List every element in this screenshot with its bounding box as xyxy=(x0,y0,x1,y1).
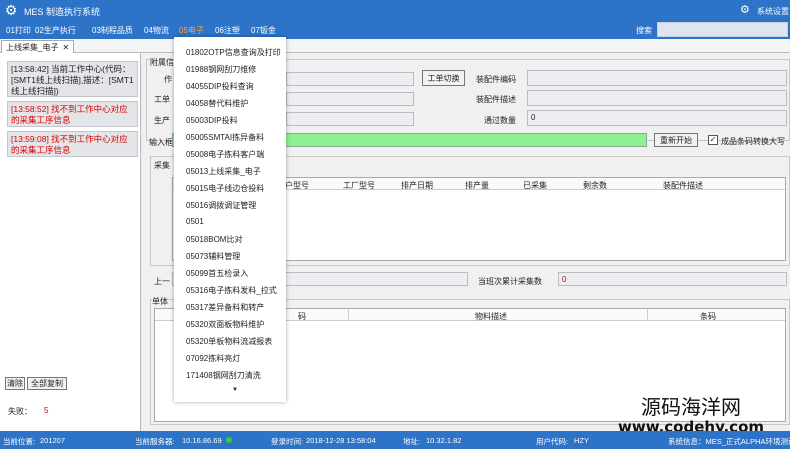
watermark-logo: 源码海洋网 www.codehy.com xyxy=(618,395,764,436)
menu-quality[interactable]: 03制程品质 xyxy=(92,25,133,36)
grid-column-header: 排产日期 xyxy=(401,181,433,190)
location-label: 当前位置: xyxy=(3,437,36,446)
menu-item[interactable]: 05073辅料管理 xyxy=(186,251,240,262)
uppercase-checkbox-label: 成品条码转换大写 xyxy=(721,137,785,146)
menu-item[interactable]: 05013上线采集_电子 xyxy=(186,166,261,177)
production-field[interactable] xyxy=(286,112,414,126)
menu-item[interactable]: 05316电子拣料发料_拉式 xyxy=(186,285,277,296)
menu-item[interactable]: 04055DIP投料查询 xyxy=(186,81,254,92)
title-bar: ⚙ MES 制造执行系统 ⚙ 系统设置 xyxy=(0,0,790,20)
log-entry: [13:58:42] 当前工作中心(代码：[SMT1线上线扫描],描述：[SMT… xyxy=(7,61,138,97)
user-code-value: HZY xyxy=(574,436,589,445)
restart-button[interactable]: 重新开始 xyxy=(654,133,698,147)
grid-column-header: 装配件描述 xyxy=(663,181,703,190)
login-time-label: 登录时间: xyxy=(271,437,304,446)
settings-gear-icon[interactable]: ⚙ xyxy=(740,3,750,16)
gear-logo-icon: ⚙ xyxy=(4,1,18,18)
menu-item[interactable]: 05005SMTAI拣异备料 xyxy=(186,132,264,143)
production-label: 生产 xyxy=(154,116,170,125)
shift-total-label: 当班次累计采集数 xyxy=(478,277,542,286)
menu-sheetmetal[interactable]: 07钣金 xyxy=(251,25,276,36)
menu-item[interactable]: 01988钢网刮刀维修 xyxy=(186,64,256,75)
assembly-code-label: 装配件编码 xyxy=(476,75,516,84)
column-divider xyxy=(348,309,349,321)
tab-close-icon[interactable]: ✕ xyxy=(62,43,69,52)
grid-column-header: 物料描述 xyxy=(475,312,507,321)
collect-label: 采集 xyxy=(154,161,170,170)
menu-item[interactable]: 05317差异备料和转产 xyxy=(186,302,264,313)
pass-qty-label: 通过数量 xyxy=(484,116,516,125)
electronics-dropdown-menu: 01802OTP信息查询及打印 01988钢网刮刀维修 04055DIP投料查询… xyxy=(174,37,286,402)
menu-electronics[interactable]: 05电子 xyxy=(179,25,204,36)
shift-total-value: 0 xyxy=(558,272,787,286)
input-label: 输入框 xyxy=(149,138,173,147)
menu-item[interactable]: 171408钢网刮刀清洗 xyxy=(186,370,261,381)
assembly-code-field[interactable] xyxy=(527,70,787,86)
menu-production[interactable]: 02生产执行 xyxy=(35,25,76,36)
work-center-field[interactable] xyxy=(286,72,414,86)
menu-item[interactable]: 05018BOM比对 xyxy=(186,234,242,245)
menu-item[interactable]: 05016调拨调证管理 xyxy=(186,200,256,211)
menu-item[interactable]: 05320双面板物料维护 xyxy=(186,319,264,330)
assembly-desc-label: 装配件描述 xyxy=(476,95,516,104)
log-panel: [13:58:42] 当前工作中心(代码：[SMT1线上线扫描],描述：[SMT… xyxy=(0,53,141,431)
fail-label: 失败： xyxy=(8,407,32,416)
system-info: 系统信息：MES_正式ALPHA环境测试 xyxy=(668,437,790,446)
address-label: 地址: xyxy=(403,437,421,446)
server-status-icon xyxy=(226,437,232,443)
server-label: 当前服务器: xyxy=(135,437,175,446)
address-value: 10.32.1.82 xyxy=(426,436,462,445)
grid-column-header: 户型号 xyxy=(285,181,309,190)
login-time-value: 2018-12-28 13:58:04 xyxy=(306,436,376,445)
menu-print[interactable]: 01打印 xyxy=(6,25,31,36)
assembly-desc-field[interactable] xyxy=(527,90,787,106)
menu-item[interactable]: 05015电子线边仓投料 xyxy=(186,183,264,194)
menu-bar: 01打印 02生产执行 03制程品质 04物流 05电子 06注塑 07钣金 搜… xyxy=(0,20,790,39)
menu-item[interactable]: 05008电子拣料客户端 xyxy=(186,149,264,160)
status-bar: 当前位置: 201207 当前服务器: 10.16.86.69 登录时间: 20… xyxy=(0,431,790,449)
workorder-label: 工单 xyxy=(154,95,170,104)
menu-injection[interactable]: 06注塑 xyxy=(215,25,240,36)
server-value: 10.16.86.69 xyxy=(182,436,222,445)
grid-column-header: 码 xyxy=(298,312,306,321)
grid-column-header: 已采集 xyxy=(523,181,547,190)
tab-online-collect[interactable]: 上线采集_电子 ✕ xyxy=(1,40,75,53)
settings-link[interactable]: 系统设置 xyxy=(757,6,789,17)
search-label: 搜索 xyxy=(636,26,652,35)
scroll-down-icon[interactable]: ▼ xyxy=(232,387,238,393)
location-value: 201207 xyxy=(40,436,66,445)
log-entry: [13:59:08] 找不到工作中心对应的采集工序信息 xyxy=(7,131,138,157)
column-divider xyxy=(647,309,648,321)
menu-item[interactable]: 0501 xyxy=(186,217,204,226)
menu-item[interactable]: 05320单板物料流减报表 xyxy=(186,336,272,347)
grid-column-header: 工厂型号 xyxy=(343,181,375,190)
tab-row: 上线采集_电子 ✕ xyxy=(0,39,790,53)
pass-qty-field: 0 xyxy=(527,110,787,126)
grid-column-header: 剩余数 xyxy=(583,181,607,190)
menu-item[interactable]: 05003DIP投料 xyxy=(186,115,238,126)
menu-item[interactable]: 07092拣料亮灯 xyxy=(186,353,240,364)
work-label: 作 xyxy=(164,75,172,84)
section-label: 附属信 xyxy=(150,57,174,68)
log-entry: [13:58:52] 找不到工作中心对应的采集工序信息 xyxy=(7,101,138,127)
clear-button[interactable]: 清除 xyxy=(5,377,25,390)
prev-label: 上一 xyxy=(154,277,170,286)
watermark-title: 源码海洋网 xyxy=(641,395,741,419)
menu-logistics[interactable]: 04物流 xyxy=(144,25,169,36)
grid-column-header: 条码 xyxy=(700,312,716,321)
menu-item[interactable]: 05099首五检录入 xyxy=(186,268,248,279)
menu-item[interactable]: 04058替代料维护 xyxy=(186,98,248,109)
user-code-label: 用户代码: xyxy=(536,437,569,446)
grid-column-header: 排产量 xyxy=(465,181,489,190)
workorder-field[interactable] xyxy=(286,92,414,106)
single-label: 单体 xyxy=(152,296,168,307)
search-input[interactable] xyxy=(657,22,788,37)
copy-all-button[interactable]: 全部复制 xyxy=(27,377,67,390)
tab-label: 上线采集_电子 xyxy=(6,42,59,52)
uppercase-checkbox[interactable]: ✓ xyxy=(708,135,718,145)
menu-item[interactable]: 01802OTP信息查询及打印 xyxy=(186,47,281,58)
workorder-switch-button[interactable]: 工单切换 xyxy=(422,70,465,86)
fail-count: 5 xyxy=(44,406,49,415)
app-title: MES 制造执行系统 xyxy=(24,7,101,17)
